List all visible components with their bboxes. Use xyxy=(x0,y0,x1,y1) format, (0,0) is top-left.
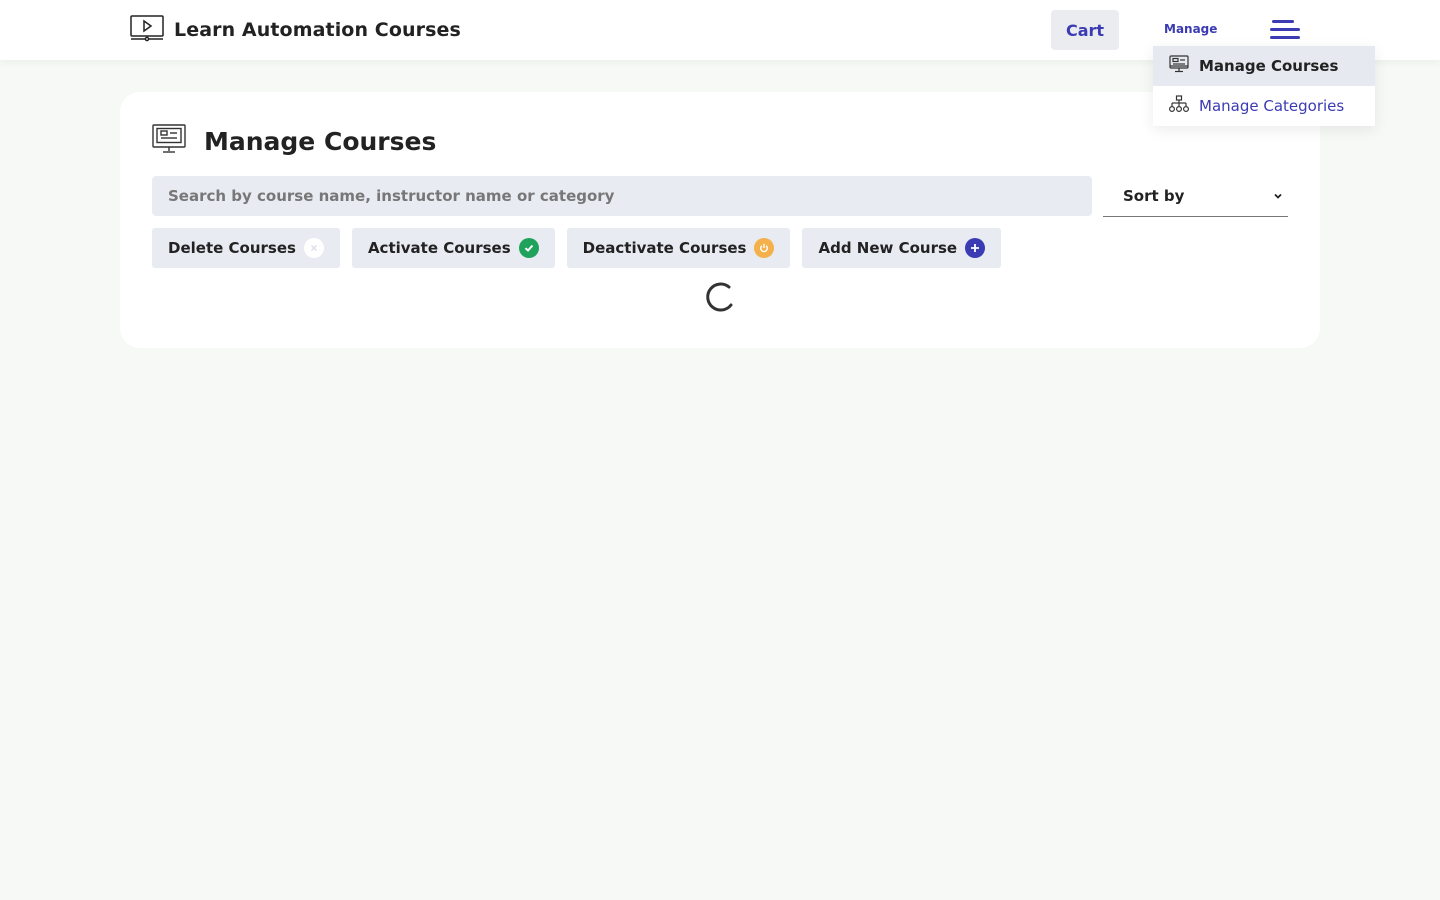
bulk-actions-row: Delete Courses Activate Courses Deactiva… xyxy=(152,228,1002,268)
add-new-course-button[interactable]: Add New Course xyxy=(802,228,1002,268)
page-title: Manage Courses xyxy=(204,126,437,156)
deactivate-courses-label: Deactivate Courses xyxy=(582,239,747,257)
page-header: Manage Courses xyxy=(152,124,436,158)
hamburger-menu-icon[interactable] xyxy=(1268,18,1302,42)
close-circle-icon xyxy=(303,238,324,258)
activate-courses-label: Activate Courses xyxy=(367,239,511,257)
sort-by-select[interactable]: Sort by xyxy=(1103,176,1288,217)
activate-courses-button[interactable]: Activate Courses xyxy=(351,228,555,268)
dropdown-item-label: Manage Categories xyxy=(1199,97,1345,115)
check-circle-icon xyxy=(518,238,539,258)
manage-courses-card: Manage Courses Sort by Delete Courses Ac… xyxy=(120,92,1320,348)
monitor-icon xyxy=(1169,55,1189,77)
manage-dropdown: Manage Courses Manage Categories xyxy=(1153,46,1375,126)
search-input[interactable] xyxy=(152,176,1092,216)
dropdown-item-manage-categories[interactable]: Manage Categories xyxy=(1153,86,1375,126)
brand-link[interactable]: Learn Automation Courses xyxy=(130,14,461,46)
chevron-down-icon xyxy=(1272,187,1284,206)
sitemap-icon xyxy=(1168,95,1190,117)
manage-menu-link[interactable]: Manage xyxy=(1164,22,1217,36)
loading-spinner-icon xyxy=(703,279,737,313)
plus-circle-icon xyxy=(965,238,986,258)
delete-courses-label: Delete Courses xyxy=(168,239,296,257)
delete-courses-button[interactable]: Delete Courses xyxy=(152,228,340,268)
dropdown-item-manage-courses[interactable]: Manage Courses xyxy=(1153,46,1375,86)
dropdown-item-label: Manage Courses xyxy=(1199,57,1339,75)
brand-title: Learn Automation Courses xyxy=(174,19,461,41)
sort-by-label: Sort by xyxy=(1123,187,1185,205)
cart-button[interactable]: Cart xyxy=(1051,10,1119,50)
deactivate-courses-button[interactable]: Deactivate Courses xyxy=(566,228,791,268)
power-circle-icon xyxy=(754,238,775,258)
video-monitor-icon xyxy=(130,14,164,46)
monitor-icon xyxy=(152,124,186,158)
add-new-course-label: Add New Course xyxy=(818,239,958,257)
